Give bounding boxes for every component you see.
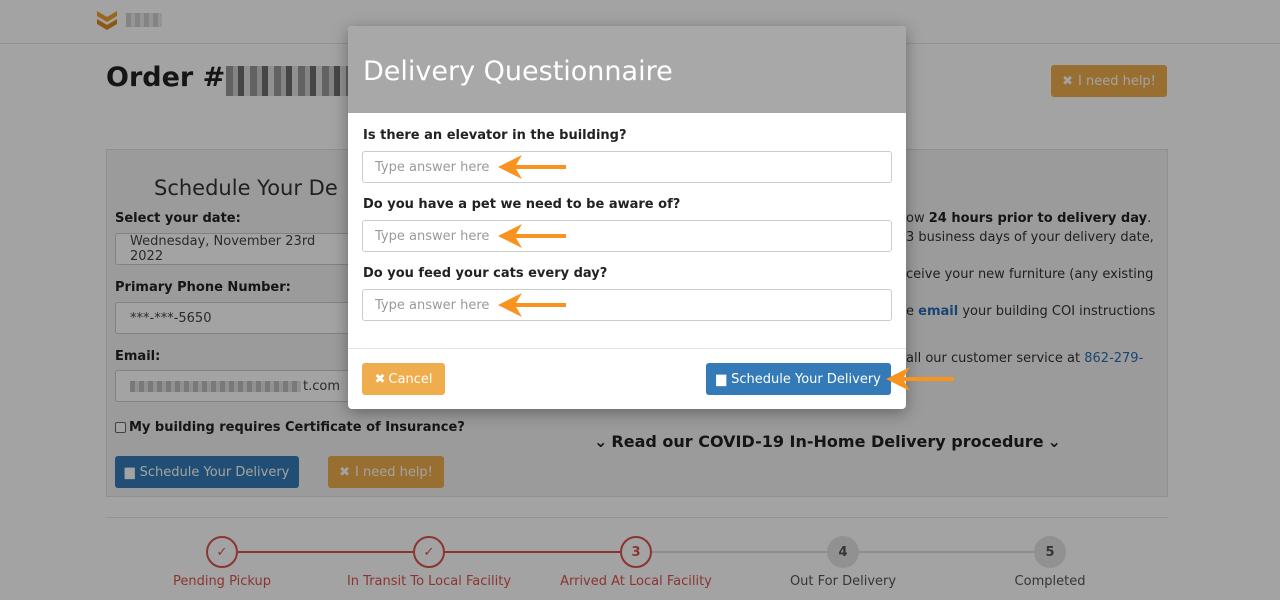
close-icon: ✖ — [374, 371, 386, 387]
delivery-questionnaire-modal: Delivery Questionnaire Is there an eleva… — [348, 26, 906, 409]
question-elevator-label: Is there an elevator in the building? — [363, 128, 627, 143]
cancel-button[interactable]: ✖ Cancel — [362, 363, 445, 395]
annotation-arrow-icon — [498, 155, 566, 179]
annotation-arrow-icon — [886, 367, 954, 391]
question-cats-label: Do you feed your cats every day? — [363, 266, 608, 281]
annotation-arrow-icon — [498, 224, 566, 248]
annotation-arrow-icon — [498, 293, 566, 317]
answer-elevator-input[interactable] — [362, 151, 892, 183]
modal-title: Delivery Questionnaire — [363, 56, 673, 87]
answer-pet-input[interactable] — [362, 220, 892, 252]
modal-header: Delivery Questionnaire — [348, 26, 906, 113]
modal-footer-divider — [348, 348, 906, 349]
schedule-delivery-button[interactable]: ▆ Schedule Your Delivery — [706, 363, 891, 395]
answer-cats-input[interactable] — [362, 289, 892, 321]
calendar-icon: ▆ — [716, 371, 727, 387]
question-pet-label: Do you have a pet we need to be aware of… — [363, 197, 681, 212]
